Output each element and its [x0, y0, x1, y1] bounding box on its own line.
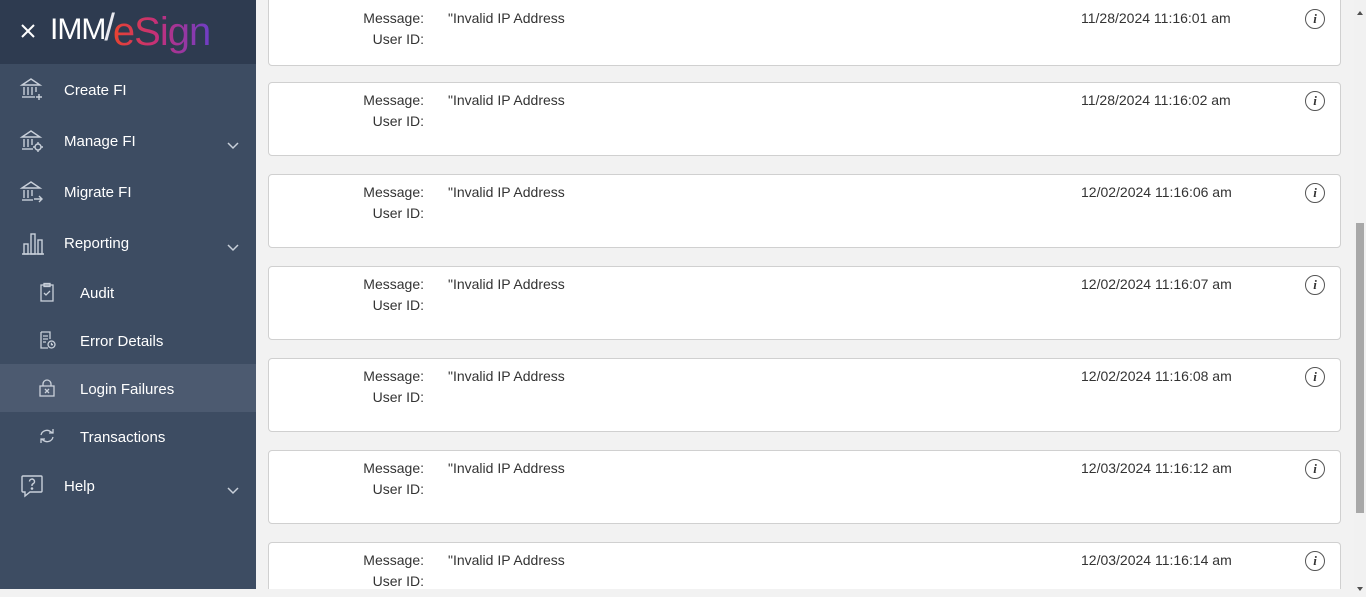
message-label: Message:	[363, 552, 424, 568]
message-label: Message:	[363, 368, 424, 384]
message-value: "Invalid IP Address	[448, 552, 565, 568]
close-icon[interactable]	[18, 21, 38, 41]
sidebar-item-label: Login Failures	[80, 381, 175, 398]
sidebar-item-error-details[interactable]: Error Details	[0, 316, 256, 364]
message-label: Message:	[363, 184, 424, 200]
message-label: Message:	[363, 276, 424, 292]
list-item: Message: "Invalid IP Address User ID: 11…	[268, 82, 1341, 156]
sidebar: IMM/eSign Create FI Manage FI Migrate	[0, 0, 256, 589]
info-icon[interactable]: i	[1305, 91, 1325, 111]
timestamp: 11/28/2024 11:16:01 am	[1081, 10, 1231, 26]
sidebar-item-migrate-fi[interactable]: Migrate FI	[0, 166, 256, 217]
question-bubble-icon	[19, 473, 45, 499]
timestamp: 12/02/2024 11:16:06 am	[1081, 184, 1232, 200]
list-item: Message: "Invalid IP Address User ID: 12…	[268, 266, 1341, 340]
list-item: Message: "Invalid IP Address User ID: 12…	[268, 450, 1341, 524]
message-value: "Invalid IP Address	[448, 184, 565, 200]
sidebar-item-manage-fi[interactable]: Manage FI	[0, 115, 256, 166]
message-value: "Invalid IP Address	[448, 10, 565, 26]
sidebar-item-label: Help	[64, 478, 95, 495]
sidebar-item-transactions[interactable]: Transactions	[0, 412, 256, 460]
bank-settings-icon	[19, 128, 45, 154]
user-id-label: User ID:	[372, 389, 424, 405]
info-icon[interactable]: i	[1305, 459, 1325, 479]
message-value: "Invalid IP Address	[448, 276, 565, 292]
timestamp: 12/03/2024 11:16:14 am	[1081, 552, 1232, 568]
info-icon[interactable]: i	[1305, 551, 1325, 571]
sidebar-item-audit[interactable]: Audit	[0, 268, 256, 316]
sidebar-item-label: Reporting	[64, 235, 130, 252]
message-label: Message:	[363, 10, 424, 26]
bank-add-icon	[19, 76, 45, 102]
sync-icon	[37, 426, 57, 446]
message-value: "Invalid IP Address	[448, 460, 565, 476]
info-icon[interactable]: i	[1305, 275, 1325, 295]
user-id-label: User ID:	[372, 31, 424, 47]
clipboard-check-icon	[37, 282, 57, 302]
app-logo: IMM / eSign	[50, 7, 211, 54]
chevron-down-icon	[227, 239, 239, 252]
message-value: "Invalid IP Address	[448, 368, 565, 384]
timestamp: 12/02/2024 11:16:07 am	[1081, 276, 1232, 292]
sidebar-item-login-failures[interactable]: Login Failures	[0, 364, 256, 412]
user-id-label: User ID:	[372, 113, 424, 129]
message-value: "Invalid IP Address	[448, 92, 565, 108]
timestamp: 12/03/2024 11:16:12 am	[1081, 460, 1232, 476]
message-label: Message:	[363, 460, 424, 476]
sidebar-item-create-fi[interactable]: Create FI	[0, 64, 256, 115]
scrollbar-thumb[interactable]	[1356, 223, 1364, 513]
bar-chart-icon	[19, 230, 45, 256]
user-id-label: User ID:	[372, 297, 424, 313]
list-item: Message: "Invalid IP Address User ID: 12…	[268, 174, 1341, 248]
user-id-label: User ID:	[372, 481, 424, 497]
sidebar-item-label: Transactions	[80, 429, 166, 446]
sidebar-item-label: Manage FI	[64, 133, 136, 150]
info-icon[interactable]: i	[1305, 367, 1325, 387]
timestamp: 12/02/2024 11:16:08 am	[1081, 368, 1232, 384]
timestamp: 11/28/2024 11:16:02 am	[1081, 92, 1231, 108]
sidebar-item-help[interactable]: Help	[0, 460, 256, 511]
list-item: Message: "Invalid IP Address User ID: 12…	[268, 542, 1341, 589]
bank-migrate-icon	[19, 179, 45, 205]
scrollbar[interactable]	[1354, 0, 1366, 591]
user-id-label: User ID:	[372, 205, 424, 221]
sidebar-header: IMM / eSign	[0, 0, 256, 64]
document-clock-icon	[37, 330, 57, 350]
chevron-down-icon	[227, 482, 239, 495]
info-icon[interactable]: i	[1305, 9, 1325, 29]
sidebar-item-reporting[interactable]: Reporting	[0, 217, 256, 268]
chevron-down-icon	[227, 137, 239, 150]
sidebar-item-label: Create FI	[64, 82, 127, 99]
scroll-up-icon[interactable]	[1357, 3, 1363, 15]
sidebar-item-label: Audit	[80, 285, 115, 302]
list-item: Message: "Invalid IP Address User ID: 11…	[268, 0, 1341, 66]
list-item: Message: "Invalid IP Address User ID: 12…	[268, 358, 1341, 432]
user-id-label: User ID:	[372, 573, 424, 589]
scroll-down-icon[interactable]	[1357, 579, 1363, 591]
sidebar-item-label: Error Details	[80, 333, 164, 350]
info-icon[interactable]: i	[1305, 183, 1325, 203]
message-label: Message:	[363, 92, 424, 108]
sidebar-item-label: Migrate FI	[64, 184, 132, 201]
lock-x-icon	[37, 378, 57, 398]
